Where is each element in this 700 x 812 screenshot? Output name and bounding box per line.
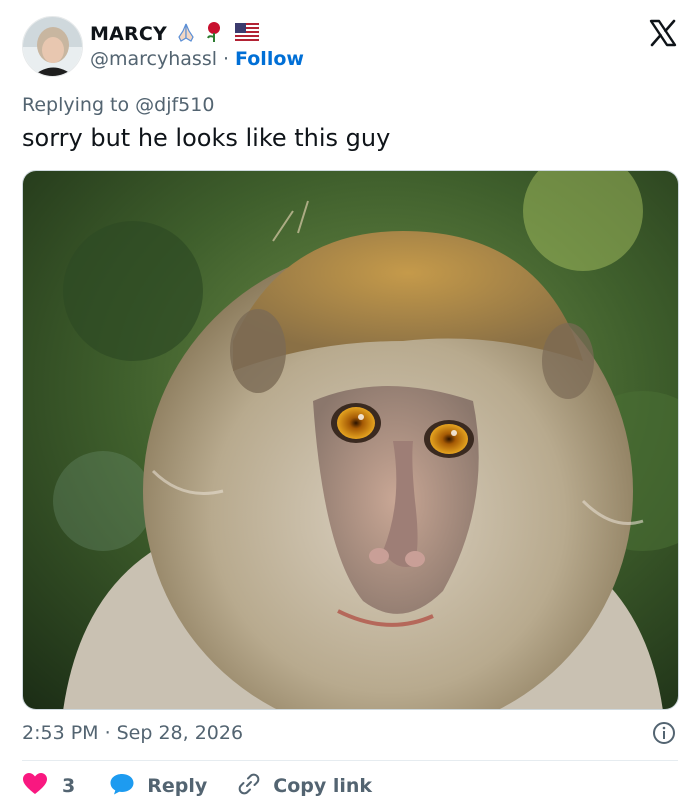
display-name[interactable]: MARCY bbox=[90, 23, 167, 45]
divider bbox=[22, 760, 678, 761]
reply-button[interactable]: Reply bbox=[109, 772, 207, 801]
name-row: MARCY bbox=[90, 21, 260, 47]
tweet-timestamp[interactable]: 2:53 PM · Sep 28, 2026 bbox=[22, 722, 243, 744]
follow-button[interactable]: Follow bbox=[235, 48, 304, 70]
like-count: 3 bbox=[62, 775, 76, 797]
rose-icon bbox=[205, 21, 223, 47]
avatar[interactable] bbox=[22, 16, 83, 77]
handle[interactable]: @marcyhassl bbox=[90, 48, 217, 70]
timestamp-separator: · bbox=[104, 722, 111, 744]
tweet-text: sorry but he looks like this guy bbox=[22, 124, 391, 152]
link-icon bbox=[237, 772, 261, 801]
reply-context-mention[interactable]: @djf510 bbox=[135, 94, 214, 116]
tweet-date: Sep 28, 2026 bbox=[116, 722, 244, 744]
heart-icon bbox=[22, 772, 48, 801]
tweet-media-image[interactable] bbox=[22, 170, 679, 710]
tweet-time: 2:53 PM bbox=[22, 722, 99, 744]
handle-row: @marcyhassl · Follow bbox=[90, 48, 304, 70]
action-bar: 3 Reply Copy link bbox=[22, 770, 372, 802]
reply-context-prefix: Replying to bbox=[22, 94, 136, 116]
speech-bubble-icon bbox=[109, 772, 135, 801]
like-button[interactable]: 3 bbox=[22, 772, 75, 801]
praying-hands-icon bbox=[175, 21, 197, 47]
tweet-card: MARCY @marcyhassl · Follow Replying to @… bbox=[0, 0, 700, 812]
reply-context: Replying to @djf510 bbox=[22, 94, 214, 116]
us-flag-icon bbox=[234, 22, 260, 45]
handle-separator: · bbox=[223, 48, 230, 70]
monkey-photo bbox=[23, 171, 678, 709]
copy-link-label: Copy link bbox=[273, 775, 373, 797]
x-logo-icon[interactable] bbox=[648, 18, 678, 48]
info-icon[interactable] bbox=[652, 721, 676, 745]
copy-link-button[interactable]: Copy link bbox=[237, 772, 372, 801]
reply-label: Reply bbox=[147, 775, 208, 797]
